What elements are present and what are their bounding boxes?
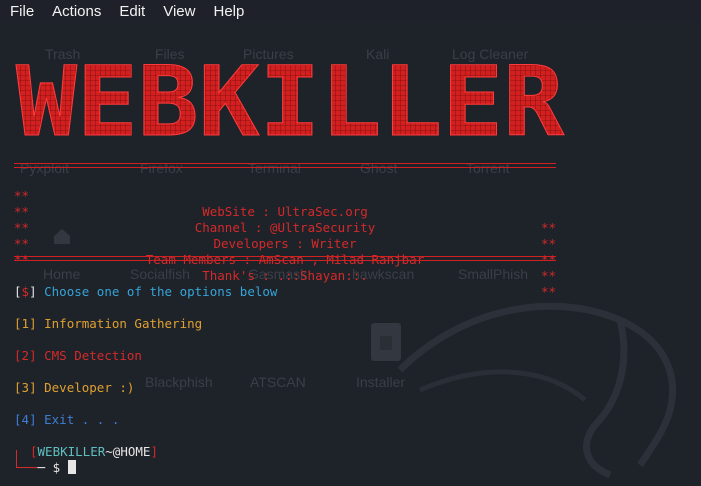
- prompt-connector: [16, 450, 31, 468]
- info-row: ** Thank's : .::Shayan::. **: [14, 236, 556, 316]
- separator-bottom-2: [14, 260, 556, 261]
- prompt-location: @HOME: [112, 444, 151, 459]
- option-item: [4] Exit . . .: [14, 412, 120, 427]
- shell-prompt-line2[interactable]: ── $: [30, 460, 76, 476]
- option-label: CMS Detection: [44, 348, 142, 363]
- prompt-symbol: $: [52, 460, 61, 475]
- option-number: 1: [21, 316, 30, 331]
- option-label: Exit . . .: [44, 412, 120, 427]
- options-prompt: [$] Choose one of the options below: [14, 284, 278, 299]
- option-label: Information Gathering: [44, 316, 203, 331]
- options-prompt-text: Choose one of the options below: [44, 284, 278, 299]
- terminal-cursor[interactable]: [67, 460, 76, 474]
- option-number: 2: [21, 348, 30, 363]
- shell-prompt-line1: [WEBKILLER~@HOME]: [30, 444, 158, 459]
- option-item: [1] Information Gathering: [14, 316, 203, 331]
- terminal-output: ** WebSite : UltraSec.org ** ** Channel …: [0, 0, 701, 486]
- separator-top-2: [14, 167, 556, 168]
- separator-bottom: [14, 256, 556, 257]
- prompt-name: WEBKILLER: [37, 444, 106, 459]
- option-item: [2] CMS Detection: [14, 348, 142, 363]
- option-item: [3] Developer :): [14, 380, 135, 395]
- prompt-tag: $: [21, 284, 30, 299]
- prompt-separator: ~: [105, 444, 113, 459]
- info-thanks: Thank's : .::Shayan::.: [202, 268, 368, 283]
- info-stars-right: **: [540, 284, 556, 299]
- option-number: 3: [21, 380, 30, 395]
- option-label: Developer :): [44, 380, 135, 395]
- separator-top: [14, 163, 556, 164]
- option-number: 4: [21, 412, 30, 427]
